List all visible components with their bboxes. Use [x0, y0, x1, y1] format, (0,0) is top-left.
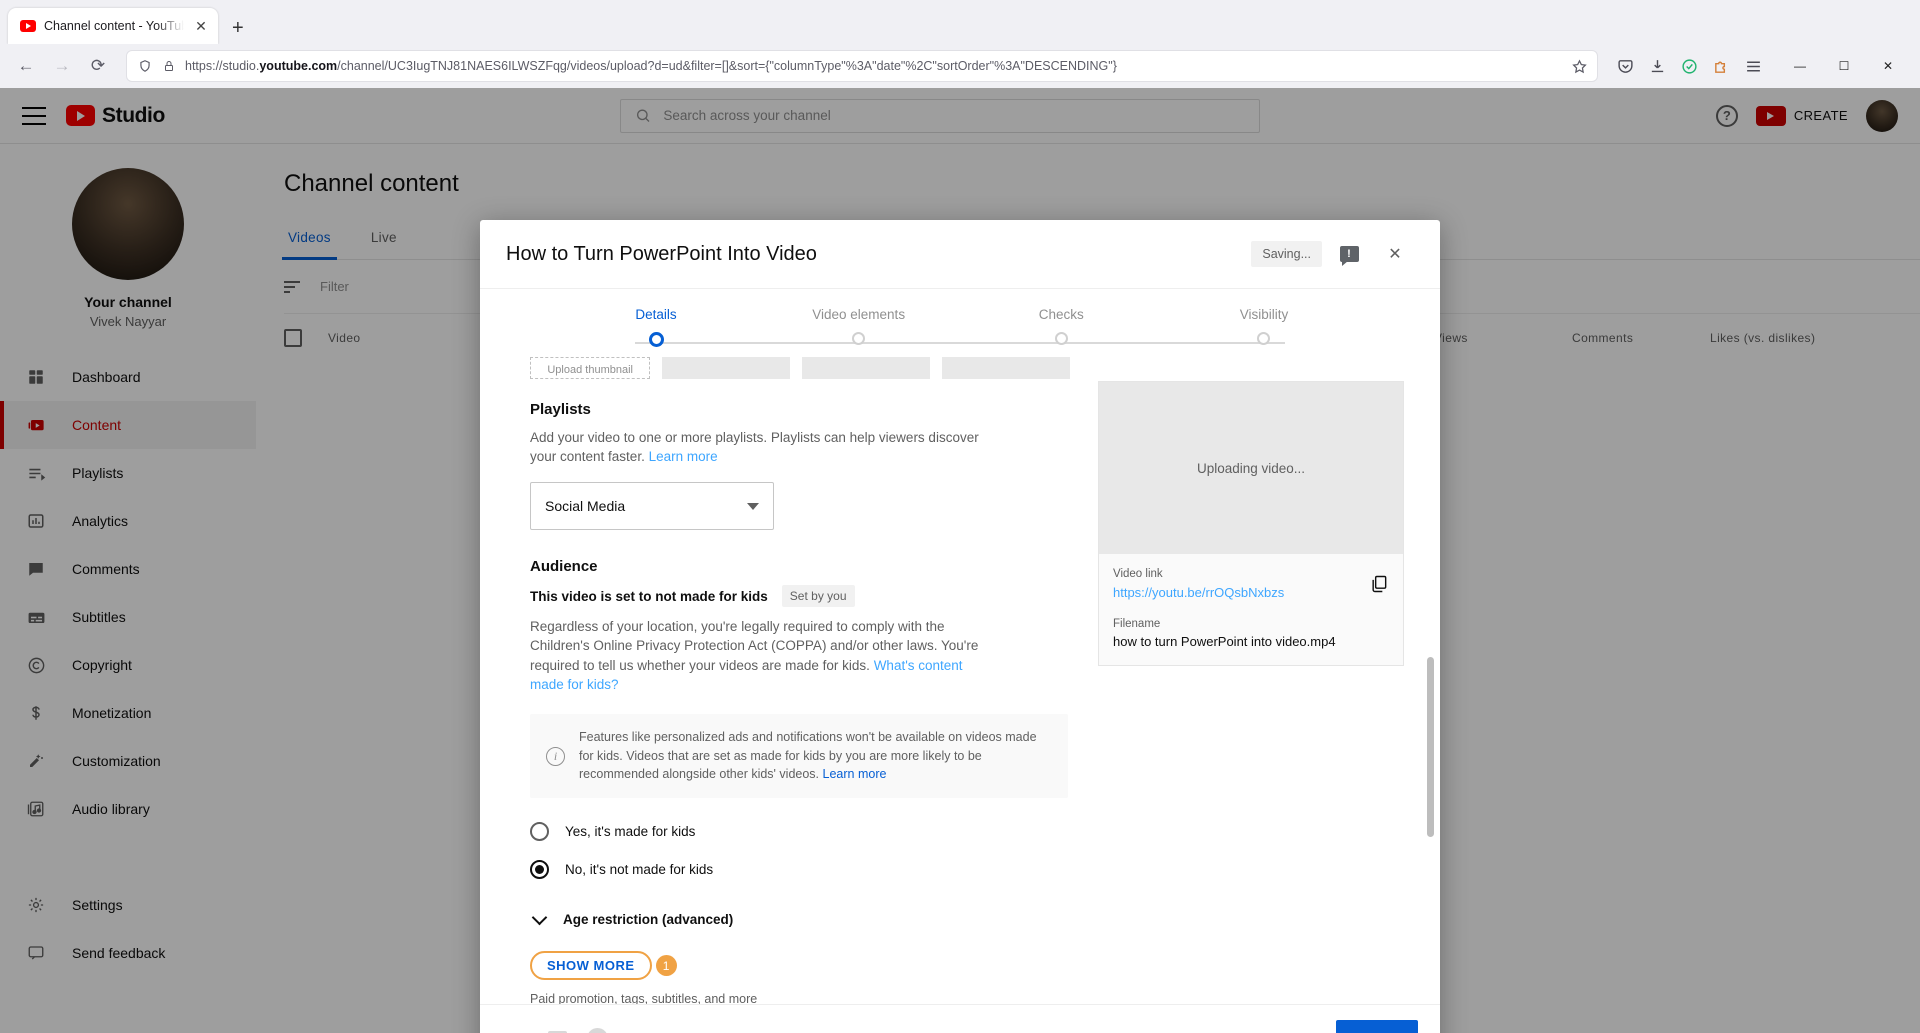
step-details[interactable]: Details	[566, 307, 746, 347]
chevron-down-icon	[531, 909, 548, 925]
kids-info-learn-more-link[interactable]: Learn more	[823, 767, 887, 781]
upload-details-dialog: How to Turn PowerPoint Into Video Saving…	[480, 220, 1440, 1033]
dialog-title: How to Turn PowerPoint Into Video	[506, 242, 817, 265]
back-button[interactable]: ←	[10, 50, 42, 82]
minimize-button[interactable]: —	[1778, 51, 1822, 81]
video-link-value[interactable]: https://youtu.be/rrOQsbNxbzs	[1113, 585, 1284, 600]
video-preview: Uploading video...	[1099, 382, 1403, 554]
processing-sd-icon: SD	[544, 1026, 570, 1033]
stepper-steps: Details Video elements Checks Visibility	[480, 307, 1440, 347]
upload-progress-icon: ↑	[504, 1026, 530, 1033]
downloads-icon[interactable]	[1642, 51, 1672, 81]
filename-value: how to turn PowerPoint into video.mp4	[1113, 634, 1336, 649]
step-dot-checks	[1054, 332, 1068, 345]
playlist-select[interactable]: Social Media	[530, 482, 774, 531]
age-restriction-toggle[interactable]: Age restriction (advanced)	[530, 909, 1070, 928]
step-dot-video-elements	[852, 332, 866, 345]
radio-made-for-kids[interactable]: Yes, it's made for kids	[530, 814, 1070, 848]
bookmark-star-icon[interactable]	[1571, 58, 1587, 74]
step-video-elements[interactable]: Video elements	[769, 307, 949, 347]
browser-tab[interactable]: Channel content - YouTube Stu ✕	[8, 8, 218, 44]
chevron-down-icon	[747, 502, 759, 510]
dialog-footer: ↑ SD ✓ Uploading 93% ... 3 seconds left …	[480, 1004, 1440, 1033]
forward-button[interactable]: →	[46, 50, 78, 82]
audience-status-row: This video is set to not made for kids S…	[530, 585, 1070, 608]
step-label: Visibility	[1239, 307, 1289, 322]
next-button[interactable]: NEXT	[1336, 1020, 1418, 1033]
url-text: https://studio.youtube.com/channel/UC3Iu…	[185, 59, 1117, 73]
video-preview-column: Uploading video... Video link https://yo…	[1098, 357, 1404, 1004]
thumbnail-option[interactable]	[662, 357, 791, 379]
thumbnail-option[interactable]	[802, 357, 931, 379]
tab-title: Channel content - YouTube Stu	[44, 19, 184, 33]
send-feedback-icon[interactable]: !	[1330, 235, 1368, 273]
address-bar[interactable]: https://studio.youtube.com/channel/UC3Iu…	[126, 50, 1598, 82]
show-more-badge: 1	[655, 955, 677, 977]
radio-no-label: No, it's not made for kids	[565, 861, 714, 877]
thumbnail-strip: Upload thumbnail	[530, 357, 1070, 379]
kids-info-box: i Features like personalized ads and not…	[530, 713, 1068, 799]
step-visibility[interactable]: Visibility	[1174, 307, 1354, 347]
close-window-button[interactable]: ✕	[1866, 51, 1910, 81]
details-column: Upload thumbnail Playlists Add your vide…	[530, 357, 1070, 1004]
step-label: Video elements	[812, 307, 906, 322]
show-more-subtext: Paid promotion, tags, subtitles, and mor…	[530, 992, 758, 1004]
radio-yes-indicator	[530, 821, 549, 841]
extension-puzzle-icon[interactable]	[1706, 51, 1736, 81]
radio-yes-label: Yes, it's made for kids	[565, 823, 696, 839]
new-tab-button[interactable]: +	[232, 18, 244, 38]
upload-thumbnail-button[interactable]: Upload thumbnail	[530, 357, 651, 379]
saving-status-chip: Saving...	[1251, 241, 1322, 267]
playlists-learn-more-link[interactable]: Learn more	[649, 449, 718, 464]
info-icon: i	[546, 746, 565, 766]
browser-window: Channel content - YouTube Stu ✕ + ← → ⟳ …	[0, 0, 1920, 1033]
playlists-description: Add your video to one or more playlists.…	[530, 428, 1000, 466]
thumbnail-option[interactable]	[942, 357, 1070, 379]
video-card: Uploading video... Video link https://yo…	[1098, 381, 1404, 666]
show-more-row: SHOW MORE 1	[530, 951, 1070, 981]
playlists-description-text: Add your video to one or more playlists.…	[530, 430, 979, 465]
step-label: Details	[635, 307, 677, 322]
radio-no-indicator	[530, 859, 549, 879]
dialog-scrollbar[interactable]	[1427, 657, 1434, 837]
playlist-selected-value: Social Media	[545, 498, 626, 515]
set-by-you-badge: Set by you	[781, 585, 855, 608]
audience-status: This video is set to not made for kids	[530, 588, 768, 604]
checks-complete-icon: ✓	[584, 1026, 610, 1033]
browser-navbar: ← → ⟳ https://studio.youtube.com/channel…	[0, 44, 1920, 88]
playlists-heading: Playlists	[530, 401, 591, 418]
show-more-button[interactable]: SHOW MORE	[530, 951, 652, 981]
dialog-header: How to Turn PowerPoint Into Video Saving…	[480, 220, 1440, 288]
copy-icon[interactable]	[1369, 574, 1391, 596]
filename-label: Filename	[1113, 618, 1161, 630]
browser-tabstrip: Channel content - YouTube Stu ✕ +	[0, 0, 1920, 44]
close-tab-icon[interactable]: ✕	[192, 18, 210, 35]
browser-toolbar-icons	[1610, 51, 1768, 81]
video-meta: Video link https://youtu.be/rrOQsbNxbzs …	[1099, 554, 1403, 665]
studio-page: Studio Search across your channel ? CREA…	[0, 88, 1920, 1033]
step-label: Checks	[1038, 307, 1084, 322]
video-link-label: Video link	[1113, 568, 1163, 580]
age-restriction-label: Age restriction (advanced)	[563, 912, 734, 928]
step-dot-details	[648, 332, 664, 347]
shield-icon	[137, 58, 153, 74]
reload-button[interactable]: ⟳	[82, 50, 114, 82]
extension-green-icon[interactable]	[1674, 51, 1704, 81]
lock-icon	[161, 58, 177, 74]
close-dialog-icon[interactable]: ✕	[1376, 235, 1414, 273]
step-checks[interactable]: Checks	[971, 307, 1151, 347]
radio-not-made-for-kids[interactable]: No, it's not made for kids	[530, 852, 1070, 886]
maximize-button[interactable]: ☐	[1822, 51, 1866, 81]
kids-info-text: Features like personalized ads and notif…	[579, 729, 1037, 782]
youtube-favicon	[20, 20, 36, 32]
save-to-pocket-icon[interactable]	[1610, 51, 1640, 81]
coppa-description: Regardless of your location, you're lega…	[530, 617, 1000, 694]
step-dot-visibility	[1257, 332, 1271, 345]
window-controls: — ☐ ✕	[1778, 51, 1910, 81]
app-menu-icon[interactable]	[1738, 51, 1768, 81]
kids-info-text-wrap: Features like personalized ads and notif…	[579, 728, 1052, 784]
dialog-body: Upload thumbnail Playlists Add your vide…	[480, 357, 1440, 1004]
audience-heading: Audience	[530, 558, 598, 576]
upload-stepper: Details Video elements Checks Visibility	[480, 288, 1440, 357]
